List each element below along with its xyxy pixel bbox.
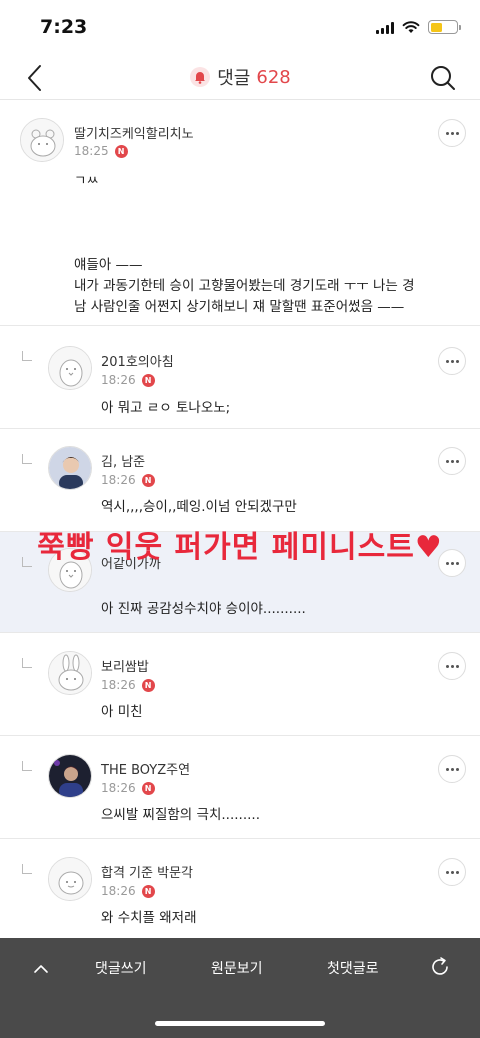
chevron-up-icon: [34, 965, 48, 973]
bunny-avatar-icon: [49, 652, 91, 694]
reply-arrow-icon: [22, 658, 32, 668]
status-icons: [376, 20, 461, 34]
status-time: 7:23: [40, 16, 88, 38]
nickname[interactable]: 김, 남준: [101, 451, 145, 470]
wifi-icon: [402, 21, 420, 33]
comment-body: ㄱㅆ 얘들아 —— 내가 과동기한테 승이 고향물어봤는데 경기도래 ㅜㅜ 나는…: [74, 171, 470, 318]
new-badge: N: [114, 144, 128, 158]
reply-item: 합격 기준 박문각 18:26 N 와 수치플 왜저래: [0, 839, 480, 939]
home-indicator[interactable]: [155, 1021, 325, 1026]
bottom-toolbar-items: 댓글쓰기 원문보기 첫댓글로: [0, 938, 480, 1000]
comment-time: 18:26: [101, 373, 136, 387]
search-icon: [431, 66, 455, 90]
overlay-caption: 쭉빵 익웃 퍼가면 페미니스트♥: [0, 522, 480, 566]
nickname[interactable]: 보리쌈밥: [101, 656, 149, 675]
comment-time: 18:26: [101, 884, 136, 898]
comment-body: 역시,,,,승이,,떼잉.이넘 안되겠구만: [101, 499, 297, 515]
more-button[interactable]: [438, 652, 466, 680]
more-button[interactable]: [438, 858, 466, 886]
battery-icon: [428, 20, 461, 34]
more-button[interactable]: [438, 755, 466, 783]
reply-arrow-icon: [22, 351, 32, 361]
page-title: 댓글: [217, 68, 251, 89]
avatar[interactable]: [48, 754, 92, 798]
photo-avatar-icon: [49, 755, 91, 797]
scroll-top-button[interactable]: [32, 960, 50, 978]
comment-meta: 18:26 N: [101, 884, 155, 898]
first-comment-button[interactable]: 첫댓글로: [327, 958, 379, 978]
reply-item: 201호의아침 18:26 N 아 뭐고 ㄹㅇ 토나오노;: [0, 326, 480, 429]
more-button[interactable]: [438, 447, 466, 475]
overlay-caption-text: 쭉빵 익웃 퍼가면 페미니스트: [37, 530, 415, 565]
search-button[interactable]: [426, 60, 460, 96]
comment-body: 으씨발 찌질함의 극치.........: [101, 807, 260, 823]
comment-body: 아 뭐고 ㄹㅇ 토나오노;: [101, 400, 231, 416]
bottom-toolbar: 댓글쓰기 원문보기 첫댓글로: [0, 938, 480, 1038]
comment-body: 와 수치플 왜저래: [101, 910, 197, 926]
new-badge: N: [141, 884, 155, 898]
refresh-icon: [432, 957, 448, 975]
comment-time: 18:25: [74, 144, 109, 158]
new-badge: N: [141, 473, 155, 487]
new-badge: N: [141, 373, 155, 387]
photo-avatar-icon: [49, 447, 91, 489]
comment-meta: 18:25 N: [74, 144, 128, 158]
bear-avatar-icon: [21, 119, 63, 161]
reply-item: 보리쌈밥 18:26 N 아 미친: [0, 633, 480, 736]
comment-time: 18:26: [101, 781, 136, 795]
comment-count: 628: [256, 66, 291, 88]
avatar[interactable]: [20, 118, 64, 162]
comment-meta: 18:26 N: [101, 473, 155, 487]
signal-icon: [376, 21, 394, 34]
comment-line: [74, 192, 470, 213]
comment-line: ㄱㅆ: [74, 173, 99, 189]
comment-time: 18:26: [101, 678, 136, 692]
egg-avatar-icon: [49, 858, 91, 900]
reply-item: THE BOYZ주연 18:26 N 으씨발 찌질함의 극치.........: [0, 736, 480, 839]
header-title-group: 댓글 628: [0, 64, 480, 90]
view-original-button[interactable]: 원문보기: [211, 958, 263, 978]
comment-meta: 18:26 N: [101, 678, 155, 692]
nickname[interactable]: THE BOYZ주연: [101, 759, 190, 778]
comment-meta: 18:26 N: [101, 781, 155, 795]
nickname[interactable]: 합격 기준 박문각: [101, 862, 193, 881]
comment-body: 아 진짜 공감성수치야 승이야..........: [101, 601, 306, 617]
heart-icon: ♥: [414, 530, 443, 565]
comment-line: 내가 과동기한테 승이 고향물어봤는데 경기도래 ㅜㅜ 나는 경: [74, 278, 415, 294]
avatar[interactable]: [48, 346, 92, 390]
nickname[interactable]: 딸기치즈케익할리치노: [74, 123, 194, 142]
comment-list: 딸기치즈케익할리치노 18:25 N ㄱㅆ 얘들아 —— 내가 과동기한테 승이…: [0, 101, 480, 939]
avatar[interactable]: [48, 446, 92, 490]
more-button[interactable]: [438, 119, 466, 147]
avatar[interactable]: [48, 857, 92, 901]
avatar[interactable]: [48, 651, 92, 695]
refresh-button[interactable]: [428, 955, 452, 979]
penguin-avatar-icon: [49, 347, 91, 389]
reply-arrow-icon: [22, 864, 32, 874]
status-bar: 7:23: [0, 0, 480, 56]
comment-body: 아 미친: [101, 704, 143, 720]
comment-line: 얘들아 ——: [74, 257, 143, 273]
comment-line: [74, 234, 470, 255]
write-comment-button[interactable]: 댓글쓰기: [95, 958, 147, 978]
bell-icon: [190, 67, 211, 87]
new-badge: N: [141, 781, 155, 795]
comment-item: 딸기치즈케익할리치노 18:25 N ㄱㅆ 얘들아 —— 내가 과동기한테 승이…: [0, 101, 480, 326]
comment-line: 남 사람인줄 어쩐지 상기해보니 쟤 말할땐 표준어썼음 ——: [74, 299, 405, 315]
reply-arrow-icon: [22, 454, 32, 464]
more-button[interactable]: [438, 347, 466, 375]
reply-item: 김, 남준 18:26 N 역시,,,,승이,,떼잉.이넘 안되겠구만: [0, 429, 480, 532]
comments-header: 댓글 628: [0, 56, 480, 100]
comment-meta: 18:26 N: [101, 373, 155, 387]
comment-time: 18:26: [101, 473, 136, 487]
new-badge: N: [141, 678, 155, 692]
comment-line: [74, 213, 470, 234]
reply-arrow-icon: [22, 761, 32, 771]
nickname[interactable]: 201호의아침: [101, 351, 174, 370]
